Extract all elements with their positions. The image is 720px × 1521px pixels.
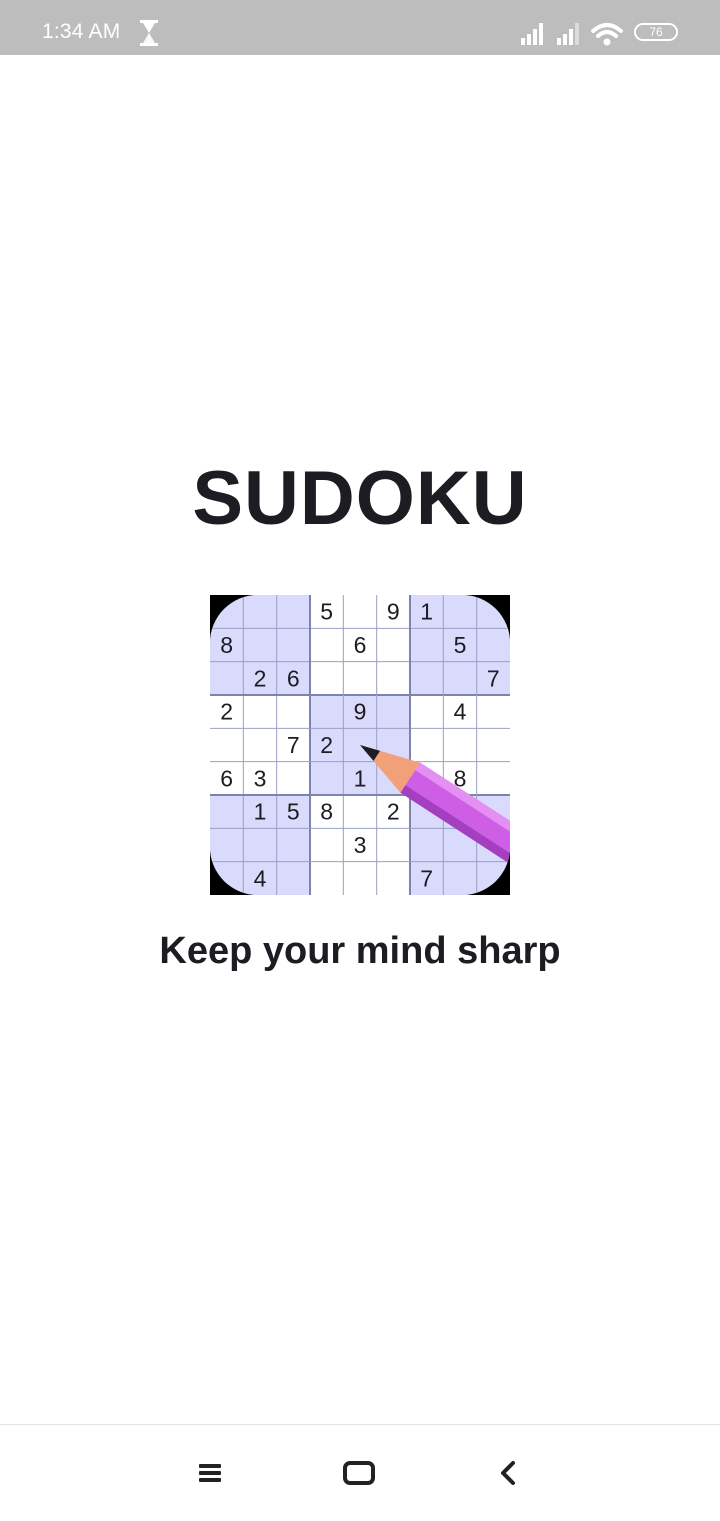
sudoku-digit: 7	[287, 732, 300, 758]
back-icon[interactable]	[489, 1453, 529, 1493]
signal-icon	[521, 23, 543, 45]
home-icon[interactable]	[339, 1453, 379, 1493]
app-title: SUDOKU	[192, 456, 528, 541]
sudoku-digit: 4	[254, 865, 267, 891]
sudoku-digit: 3	[254, 765, 267, 791]
signal-icon	[557, 23, 579, 45]
sudoku-digit: 5	[287, 799, 300, 825]
hourglass-icon	[140, 20, 158, 46]
sudoku-digit: 1	[254, 799, 267, 825]
sudoku-digit: 2	[387, 799, 400, 825]
sudoku-digit: 6	[354, 632, 367, 658]
navigation-bar	[0, 1424, 720, 1521]
sudoku-digit: 1	[420, 599, 433, 625]
sudoku-digit: 7	[420, 865, 433, 891]
sudoku-digit: 8	[320, 799, 333, 825]
sudoku-digit: 2	[220, 699, 233, 725]
sudoku-digit: 1	[354, 765, 367, 791]
sudoku-digit: 8	[220, 632, 233, 658]
status-bar: 1:34 AM 76	[0, 0, 720, 55]
battery-icon: 76	[634, 23, 678, 41]
sudoku-digit: 9	[354, 699, 367, 725]
sudoku-digit: 7	[487, 665, 500, 691]
sudoku-digit: 2	[254, 665, 267, 691]
status-time: 1:34 AM	[42, 20, 121, 43]
sudoku-digit: 2	[320, 732, 333, 758]
sudoku-digit: 9	[387, 599, 400, 625]
tagline: Keep your mind sharp	[159, 930, 561, 972]
sudoku-digit: 4	[454, 699, 467, 725]
sudoku-digit: 5	[320, 599, 333, 625]
wifi-icon	[591, 23, 623, 46]
battery-level: 76	[649, 25, 663, 39]
sudoku-logo: 5 9 18 6 52 6 72 9 47 26 3 1 81 5 8 234 7	[210, 595, 510, 895]
menu-icon[interactable]	[190, 1453, 230, 1493]
sudoku-digit: 6	[287, 665, 300, 691]
sudoku-digit: 3	[354, 832, 367, 858]
sudoku-digit: 6	[220, 765, 233, 791]
sudoku-digit: 5	[454, 632, 467, 658]
sudoku-board: 5 9 18 6 52 6 72 9 47 26 3 1 81 5 8 234 7	[210, 595, 510, 895]
